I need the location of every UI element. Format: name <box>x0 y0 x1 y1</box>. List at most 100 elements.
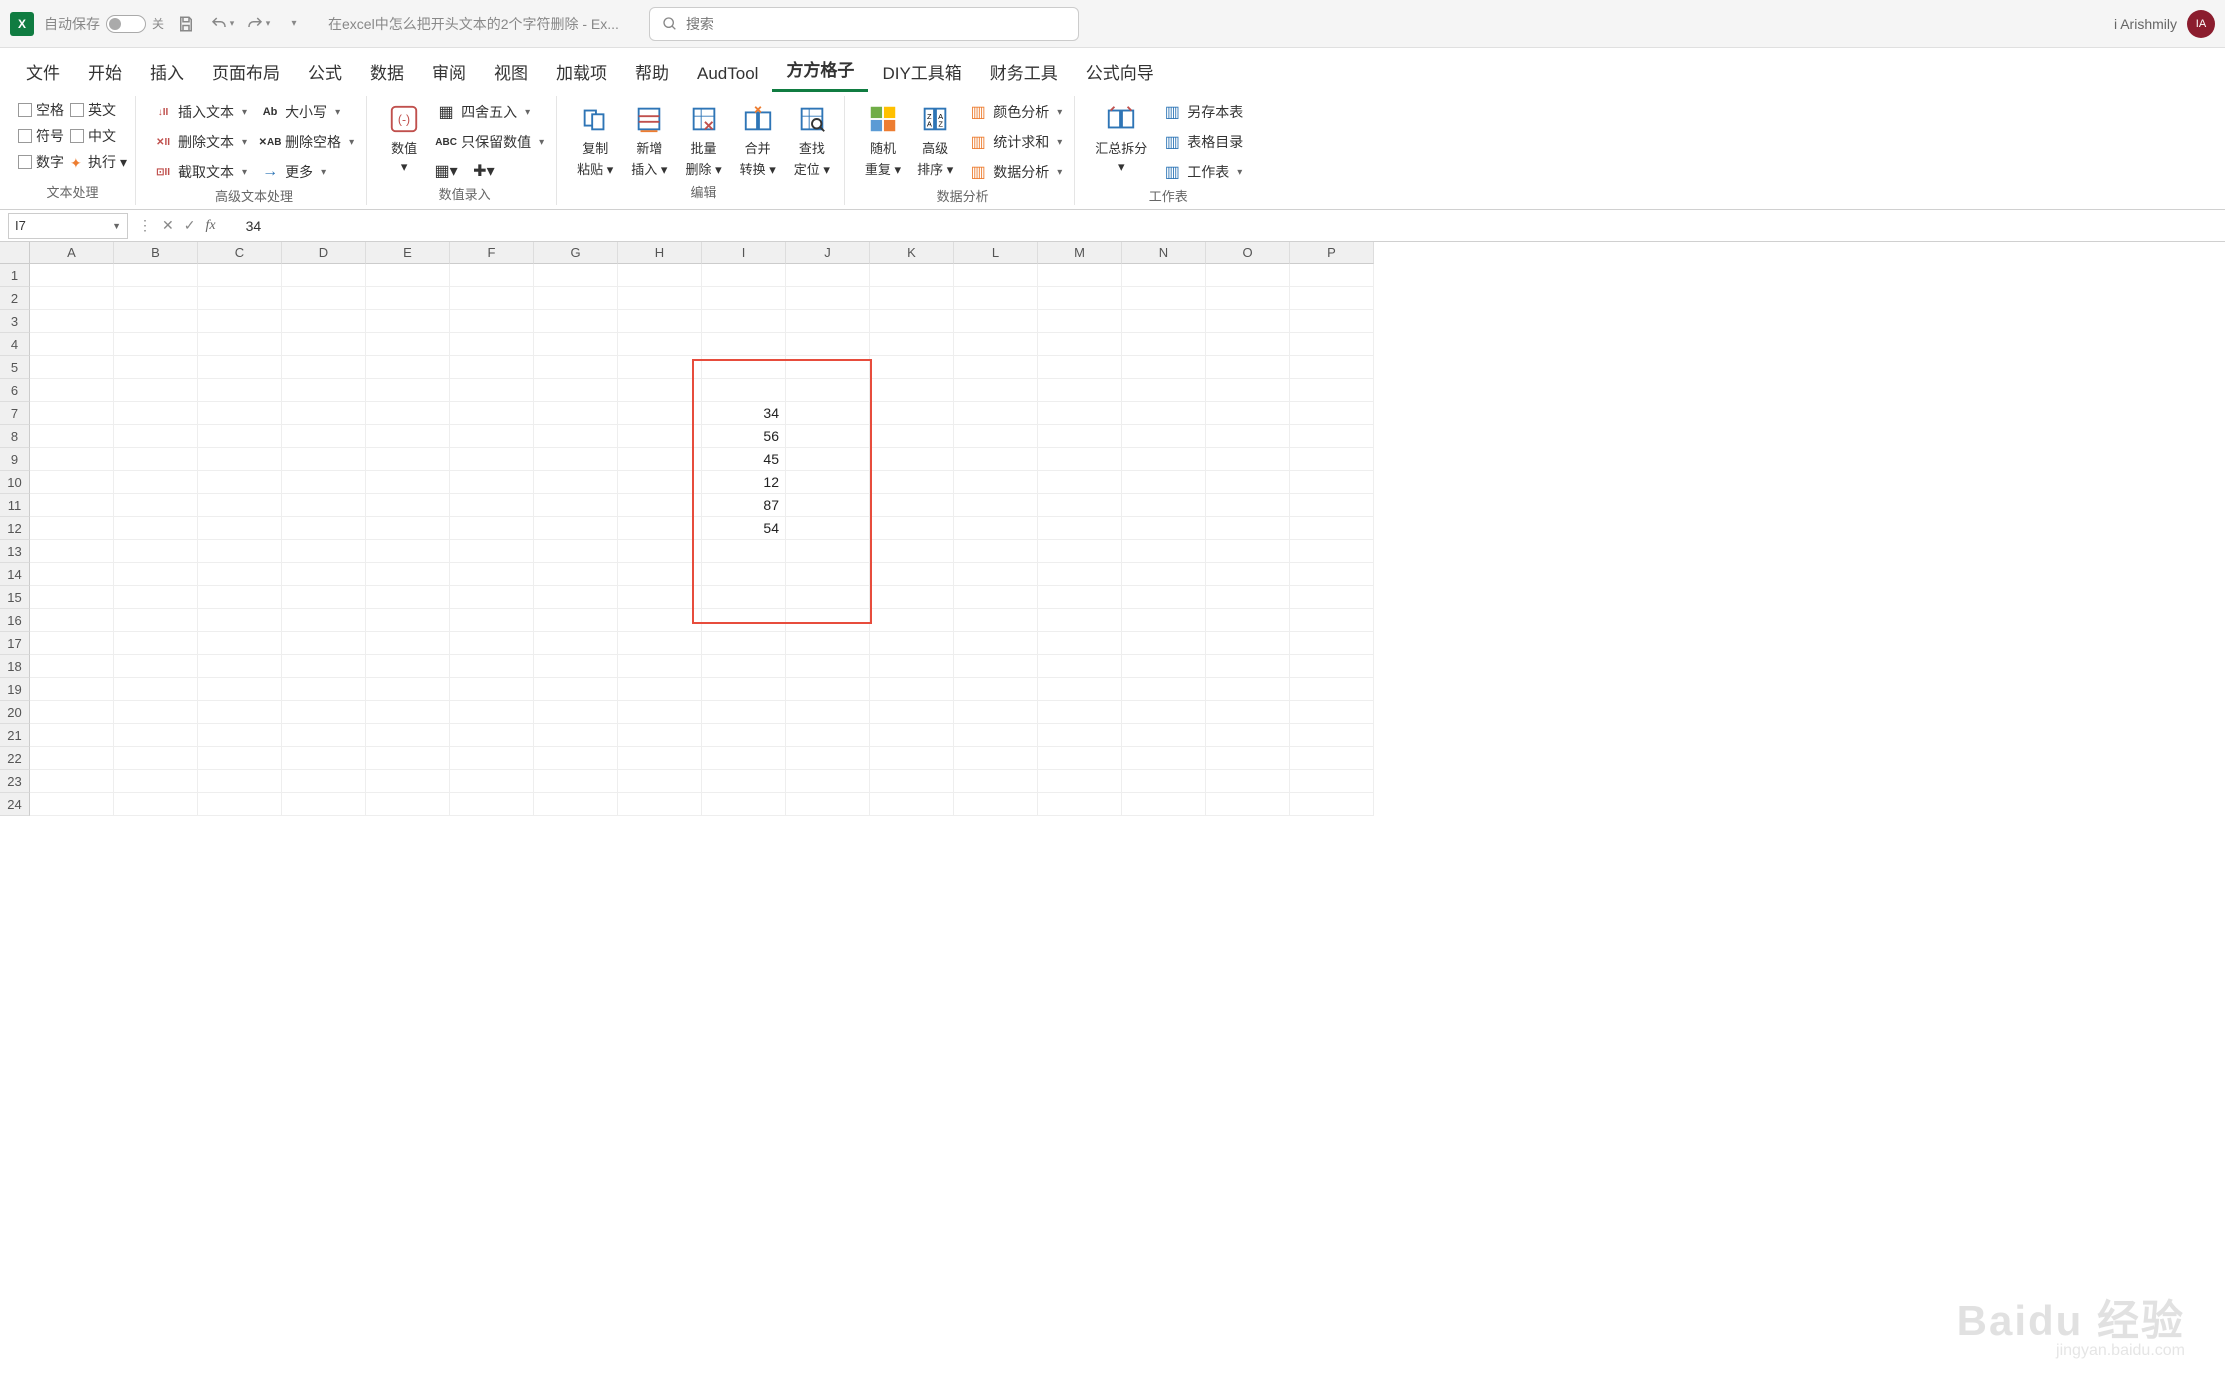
cell[interactable] <box>114 540 198 563</box>
cell[interactable] <box>30 494 114 517</box>
cell[interactable] <box>534 563 618 586</box>
cell[interactable] <box>1038 310 1122 333</box>
cell[interactable] <box>534 471 618 494</box>
cell[interactable] <box>534 517 618 540</box>
cell[interactable] <box>1038 471 1122 494</box>
cell[interactable] <box>30 448 114 471</box>
cell[interactable] <box>114 770 198 793</box>
column-header[interactable]: J <box>786 242 870 264</box>
cell[interactable] <box>282 747 366 770</box>
cell[interactable] <box>1122 310 1206 333</box>
ribbon-button[interactable]: ⊡II截取文本▾ <box>150 160 251 184</box>
cell[interactable] <box>366 793 450 816</box>
cell[interactable] <box>30 517 114 540</box>
enter-icon[interactable]: ✓ <box>184 217 196 234</box>
cell[interactable] <box>702 770 786 793</box>
cell[interactable] <box>1122 563 1206 586</box>
cell[interactable] <box>450 632 534 655</box>
cell[interactable] <box>1290 747 1374 770</box>
cell[interactable] <box>534 425 618 448</box>
cell[interactable] <box>450 425 534 448</box>
cell[interactable] <box>366 494 450 517</box>
cell[interactable] <box>450 379 534 402</box>
cell[interactable] <box>366 609 450 632</box>
cell[interactable] <box>366 287 450 310</box>
numeric-button[interactable]: (-) 数值 ▾ <box>381 100 427 177</box>
cell[interactable] <box>1206 586 1290 609</box>
ribbon-button[interactable]: ▥工作表▾ <box>1159 160 1247 184</box>
cell[interactable] <box>870 540 954 563</box>
cell[interactable] <box>450 724 534 747</box>
cell[interactable] <box>954 747 1038 770</box>
cell[interactable] <box>282 402 366 425</box>
cell[interactable] <box>198 793 282 816</box>
cell[interactable] <box>366 425 450 448</box>
cell[interactable] <box>198 471 282 494</box>
ribbon-button[interactable]: Ab大小写▾ <box>257 100 358 124</box>
cell[interactable] <box>954 678 1038 701</box>
cell[interactable] <box>30 655 114 678</box>
cell[interactable] <box>954 793 1038 816</box>
cell[interactable] <box>114 655 198 678</box>
column-header[interactable]: P <box>1290 242 1374 264</box>
redo-icon[interactable]: ▾ <box>244 10 272 38</box>
cell[interactable] <box>1206 678 1290 701</box>
cell[interactable] <box>282 517 366 540</box>
cell[interactable] <box>30 678 114 701</box>
cell[interactable] <box>198 563 282 586</box>
checkbox[interactable]: ✦执行▾ <box>70 152 127 172</box>
cell[interactable] <box>870 333 954 356</box>
fx-icon[interactable]: fx <box>205 218 215 234</box>
cell[interactable] <box>282 655 366 678</box>
cell[interactable] <box>870 425 954 448</box>
cell[interactable] <box>114 563 198 586</box>
cell[interactable] <box>198 747 282 770</box>
cell[interactable] <box>786 356 870 379</box>
cell[interactable] <box>114 494 198 517</box>
tab-4[interactable]: 公式 <box>294 51 356 92</box>
cell[interactable] <box>786 264 870 287</box>
cell[interactable] <box>114 471 198 494</box>
cell[interactable] <box>450 264 534 287</box>
cell[interactable] <box>954 402 1038 425</box>
cell[interactable] <box>282 793 366 816</box>
row-header[interactable]: 15 <box>0 586 30 609</box>
cell[interactable] <box>702 563 786 586</box>
cell[interactable] <box>1038 563 1122 586</box>
cell[interactable] <box>114 586 198 609</box>
cell[interactable] <box>198 678 282 701</box>
cell[interactable] <box>30 310 114 333</box>
cell[interactable] <box>870 264 954 287</box>
cell[interactable] <box>870 724 954 747</box>
big-button[interactable]: 复制粘贴 ▾ <box>571 100 619 180</box>
row-header[interactable]: 2 <box>0 287 30 310</box>
cell[interactable] <box>30 586 114 609</box>
big-button[interactable]: 新增插入 ▾ <box>625 100 673 180</box>
cell[interactable] <box>870 586 954 609</box>
cell[interactable] <box>1290 563 1374 586</box>
row-header[interactable]: 11 <box>0 494 30 517</box>
row-header[interactable]: 16 <box>0 609 30 632</box>
cell[interactable] <box>114 379 198 402</box>
cell[interactable] <box>534 379 618 402</box>
cell[interactable] <box>786 333 870 356</box>
cell[interactable] <box>450 747 534 770</box>
cell[interactable] <box>282 471 366 494</box>
cell[interactable] <box>366 356 450 379</box>
cell[interactable] <box>198 287 282 310</box>
cell[interactable] <box>366 747 450 770</box>
cell[interactable] <box>366 586 450 609</box>
cell[interactable] <box>282 540 366 563</box>
cell[interactable] <box>1038 402 1122 425</box>
cell[interactable] <box>30 724 114 747</box>
keep-number-button[interactable]: ABC只保留数值▾ <box>433 130 548 154</box>
qat-dropdown-icon[interactable]: ▾ <box>280 10 308 38</box>
cell[interactable] <box>1122 517 1206 540</box>
cell[interactable] <box>786 563 870 586</box>
cell[interactable] <box>450 287 534 310</box>
cell[interactable] <box>450 356 534 379</box>
cell[interactable] <box>618 770 702 793</box>
row-header[interactable]: 18 <box>0 655 30 678</box>
cell[interactable] <box>30 701 114 724</box>
cell[interactable] <box>282 678 366 701</box>
